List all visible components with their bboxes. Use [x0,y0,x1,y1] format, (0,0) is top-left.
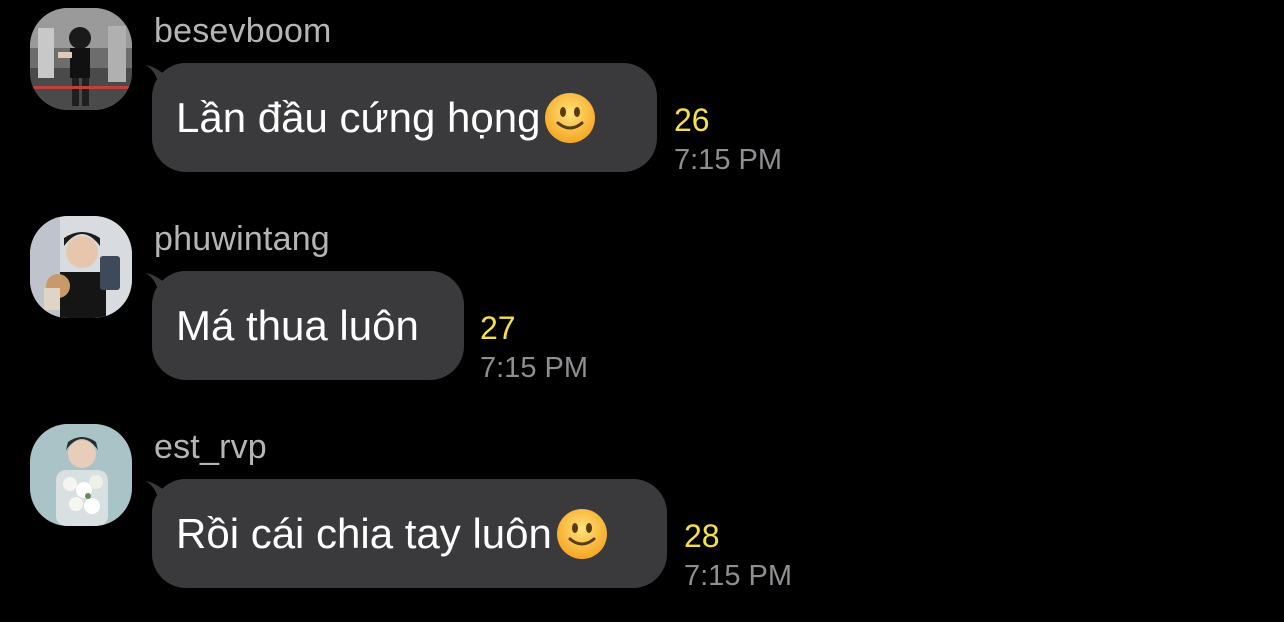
message-text-row: Rồi cái chia tay luôn [176,508,608,560]
message-text: Má thua luôn [176,301,419,349]
read-count: 28 [684,518,720,554]
avatar[interactable] [30,216,132,318]
message-text-row: Lần đầu cứng họng [176,92,596,144]
avatar[interactable] [30,8,132,110]
slightly-smiling-face-icon [556,508,608,560]
message-text: Rồi cái chia tay luôn [176,509,552,557]
avatar-photo [30,8,132,110]
message-item: phuwintang Má thua luôn 27 7:15 PM [0,208,1284,388]
read-count: 27 [480,310,516,346]
avatar-photo [30,424,132,526]
message-item: est_rvp Rồi cái chia tay luôn 28 7:15 PM [0,416,1284,596]
avatar-photo [30,216,132,318]
message-text-row: Má thua luôn [176,302,419,350]
read-count: 26 [674,102,710,138]
timestamp: 7:15 PM [684,560,792,592]
chat-thread: besevboom Lần đầu cứng họng 26 7:15 PM p… [0,0,1284,622]
message-text: Lần đầu cứng họng [176,93,541,141]
timestamp: 7:15 PM [480,352,588,384]
message-bubble[interactable]: Má thua luôn [152,271,464,380]
timestamp: 7:15 PM [674,144,782,176]
message-bubble[interactable]: Rồi cái chia tay luôn [152,479,667,588]
username[interactable]: besevboom [154,12,332,51]
message-bubble[interactable]: Lần đầu cứng họng [152,63,657,172]
slightly-smiling-face-icon [544,92,596,144]
avatar[interactable] [30,424,132,526]
username[interactable]: phuwintang [154,220,330,259]
username[interactable]: est_rvp [154,428,267,467]
message-item: besevboom Lần đầu cứng họng 26 7:15 PM [0,0,1284,180]
